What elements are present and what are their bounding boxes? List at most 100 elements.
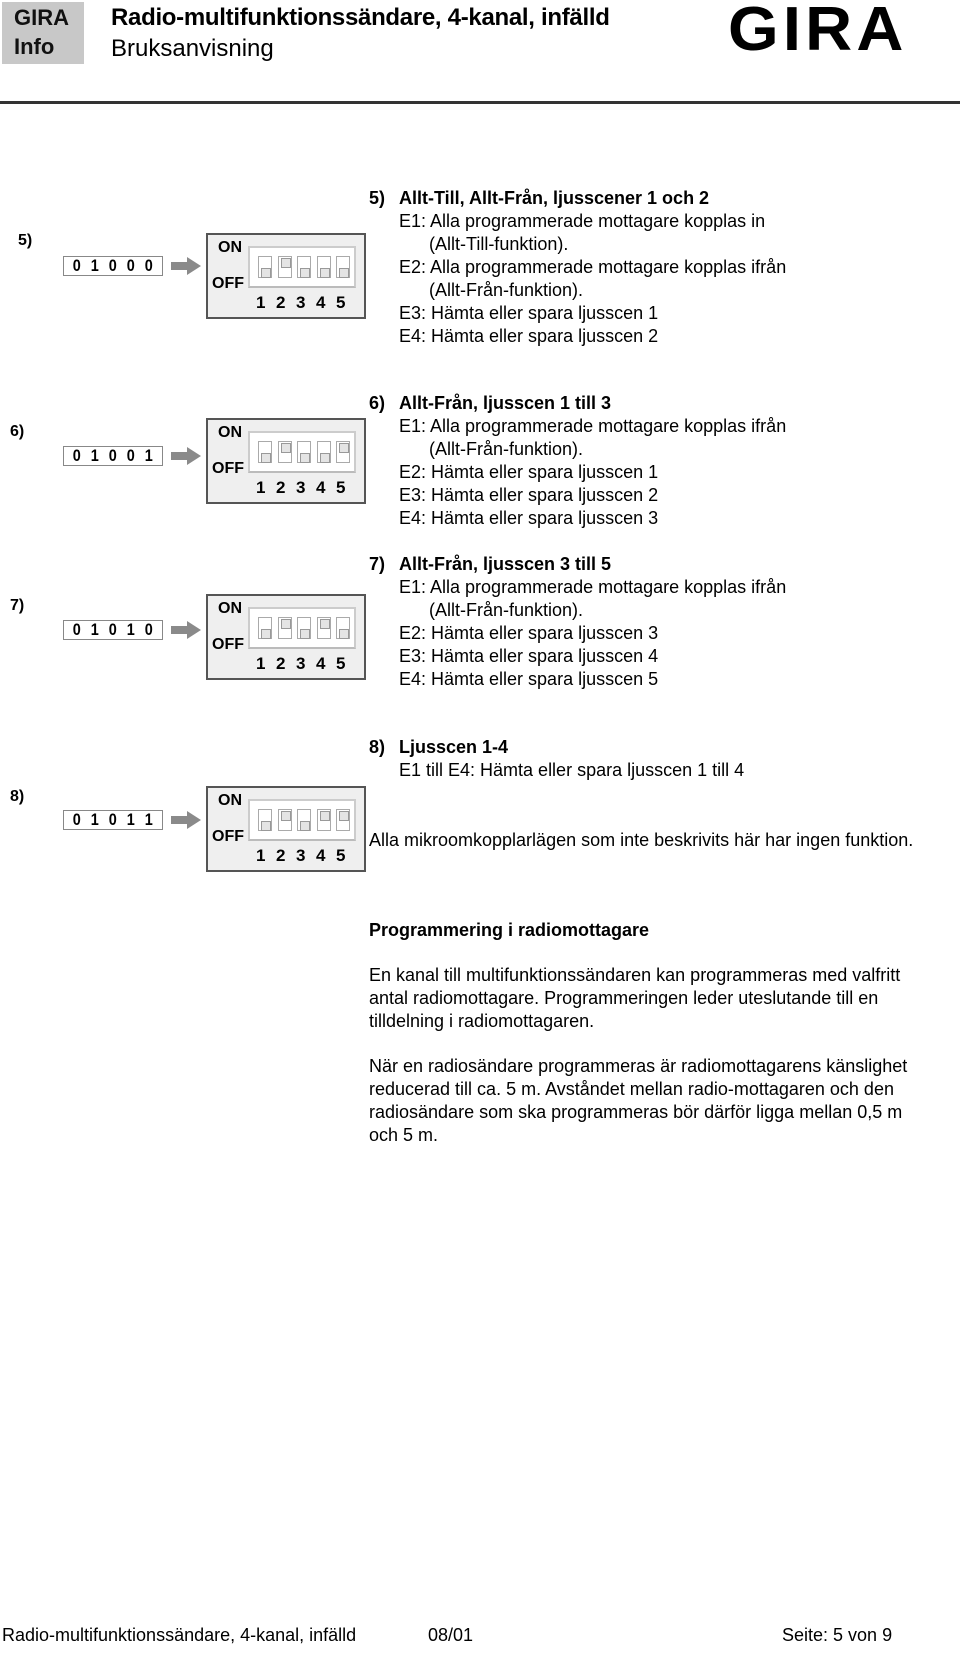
dip-switch-2 xyxy=(277,617,292,639)
dip-switch-knob xyxy=(280,258,291,268)
code-digit: 0 xyxy=(108,256,118,275)
code-digit: 1 xyxy=(126,810,136,829)
item-line: E4: Hämta eller spara ljusscen 2 xyxy=(399,326,659,346)
dip-switch-number: 3 xyxy=(296,293,306,312)
dip-switch-1 xyxy=(258,617,272,639)
dip-switch-number: 5 xyxy=(336,478,346,497)
gira-info-badge: GIRA Info xyxy=(2,2,84,64)
dip-switch-number: 2 xyxy=(276,654,286,673)
dip-switch-well xyxy=(248,246,356,288)
dip-switch-numbers: 12345 xyxy=(256,654,356,674)
dip-switch-number: 4 xyxy=(316,654,326,673)
dip-switch-1 xyxy=(258,809,272,831)
dip-switch-number: 4 xyxy=(316,478,326,497)
binary-code-box: 01001 xyxy=(63,446,163,466)
dip-switch-4 xyxy=(316,809,331,831)
code-digit: 0 xyxy=(126,446,136,465)
document-title: Radio-multifunktionssändare, 4-kanal, in… xyxy=(111,4,610,31)
code-digit: 0 xyxy=(72,256,82,275)
dip-switch-5 xyxy=(336,256,350,278)
dip-switch-panel: ON OFF 1 2 3 4 5 xyxy=(206,418,366,504)
arrow-right-icon xyxy=(171,621,201,644)
item-number: 7) xyxy=(10,597,25,614)
dip-switch-number: 3 xyxy=(296,846,306,865)
section-paragraph-1: En kanal till multifunktionssändaren kan… xyxy=(369,965,901,1031)
dip-switch-3 xyxy=(297,256,311,278)
code-digit: 0 xyxy=(108,446,118,465)
item-number: 5) xyxy=(18,232,33,249)
dip-switch-number: 2 xyxy=(276,846,286,865)
item-description: 6) Allt-Från, ljusscen 1 till 3 E1: Alla p… xyxy=(369,392,786,530)
item-line: E2: Hämta eller spara ljusscen 3 xyxy=(399,623,659,643)
dip-switch-3 xyxy=(297,617,311,639)
dip-switch-knob xyxy=(319,811,330,821)
dip-switch-4 xyxy=(316,256,331,278)
dip-switch-2 xyxy=(277,441,292,463)
code-digit: 0 xyxy=(108,810,118,829)
section-paragraph-2: När en radiosändare programmeras är radi… xyxy=(369,1056,908,1145)
dip-switch-2 xyxy=(277,809,292,831)
binary-code-box: 01011 xyxy=(63,810,163,830)
item-line: (Allt-Från-funktion). xyxy=(429,280,584,300)
dip-switch-number: 4 xyxy=(316,293,326,312)
code-digit: 0 xyxy=(144,620,154,639)
item-line: E1: Alla programmerade mottagare kopplas… xyxy=(399,211,766,231)
dip-switch-well xyxy=(248,799,356,841)
dip-switch-number: 5 xyxy=(336,293,346,312)
item-heading: 7) Allt-Från, ljusscen 3 till 5 xyxy=(369,553,786,576)
item-line: (Allt-Från-funktion). xyxy=(429,439,584,459)
dip-switch-knob xyxy=(339,443,349,453)
code-digit: 0 xyxy=(126,256,136,275)
item-heading: 8) Ljusscen 1-4 xyxy=(369,736,744,759)
item-line: E3: Hämta eller spara ljusscen 4 xyxy=(399,646,659,666)
dip-switch-numbers: 12345 xyxy=(256,478,356,498)
item-heading: 5) Allt-Till, Allt-Från, ljusscener 1 och… xyxy=(369,187,786,210)
dip-switch-numbers: 12345 xyxy=(256,293,356,313)
dip-switch-number: 1 xyxy=(256,846,266,865)
code-digit: 1 xyxy=(144,810,154,829)
item-description: 5) Allt-Till, Allt-Från, ljusscener 1 och… xyxy=(369,187,786,348)
item-line: E4: Hämta eller spara ljusscen 5 xyxy=(399,669,659,689)
dip-switch-number: 2 xyxy=(276,293,286,312)
dip-switch-5 xyxy=(336,809,350,831)
dip-switch-knob xyxy=(319,619,330,629)
dip-on-label: ON xyxy=(218,792,242,809)
code-digit: 1 xyxy=(90,620,100,639)
code-digit: 0 xyxy=(72,810,82,829)
item-heading-text: Allt-Till, Allt-Från, ljusscener 1 och 2 xyxy=(399,188,710,208)
dip-switch-5 xyxy=(336,441,350,463)
code-digit: 1 xyxy=(90,256,100,275)
arrow-right-icon xyxy=(171,447,201,470)
dip-switch-knob xyxy=(319,453,330,463)
dip-switch-number: 4 xyxy=(316,846,326,865)
item-line: E3: Hämta eller spara ljusscen 1 xyxy=(399,303,659,323)
dip-switch-3 xyxy=(297,809,311,831)
item-line: E2: Alla programmerade mottagare kopplas… xyxy=(399,257,787,277)
item-heading: 6) Allt-Från, ljusscen 1 till 3 xyxy=(369,392,786,415)
dip-switch-panel: ON OFF 1 2 3 4 5 xyxy=(206,233,366,319)
dip-switch-knob xyxy=(319,268,330,278)
item-line: E1: Alla programmerade mottagare kopplas… xyxy=(399,416,787,436)
code-digit: 0 xyxy=(72,620,82,639)
item-number: 8) xyxy=(10,788,25,805)
dip-switch-knob xyxy=(300,453,310,463)
code-digit: 0 xyxy=(72,446,82,465)
dip-switch-1 xyxy=(258,256,272,278)
item-heading-number: 7) xyxy=(369,554,386,574)
dip-switch-knob xyxy=(339,811,349,821)
dip-switch-knob xyxy=(300,268,310,278)
dip-switch-3 xyxy=(297,441,311,463)
dip-switch-knob xyxy=(300,821,310,831)
badge-line-2: Info xyxy=(14,34,55,59)
dip-switch-knob xyxy=(280,443,291,453)
dip-switch-knob xyxy=(261,453,271,463)
dip-switch-1 xyxy=(258,441,272,463)
dip-switch-knob xyxy=(261,268,271,278)
dip-switch-number: 1 xyxy=(256,654,266,673)
dip-switch-well xyxy=(248,431,356,473)
note-unused-positions: Alla mikroomkopplarlägen som inte beskri… xyxy=(369,830,914,850)
dip-switch-well xyxy=(248,607,356,649)
header-divider xyxy=(0,101,960,104)
binary-code-box: 01010 xyxy=(63,620,163,640)
section-heading: Programmering i radiomottagare xyxy=(369,920,650,940)
